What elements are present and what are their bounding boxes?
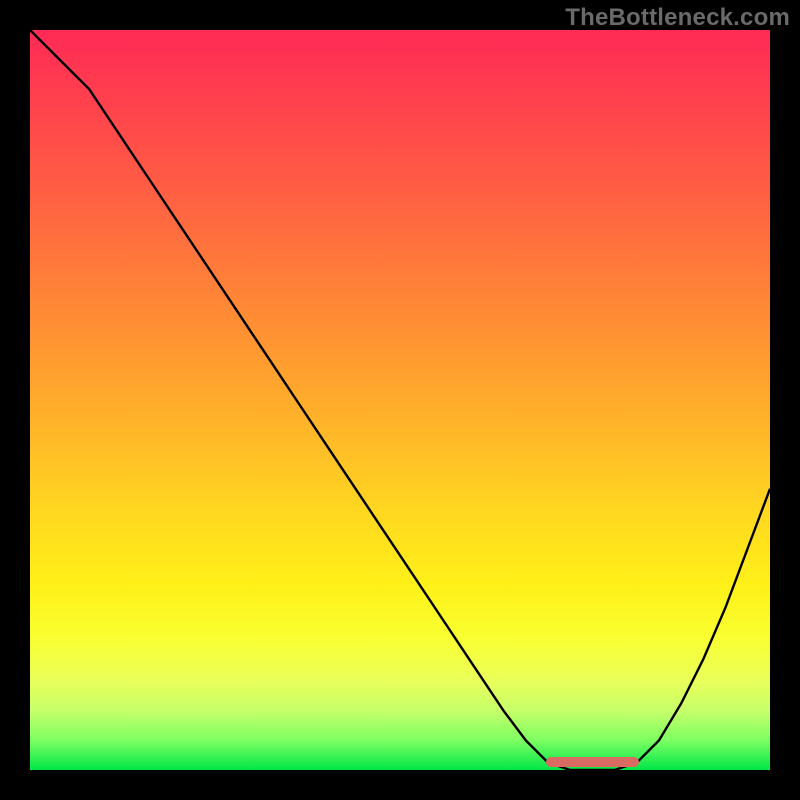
optimal-region-marker — [546, 757, 639, 767]
curve-path — [30, 30, 770, 770]
bottleneck-curve — [30, 30, 770, 770]
chart-frame: TheBottleneck.com — [0, 0, 800, 800]
plot-area — [30, 30, 770, 770]
watermark-text: TheBottleneck.com — [565, 4, 790, 32]
